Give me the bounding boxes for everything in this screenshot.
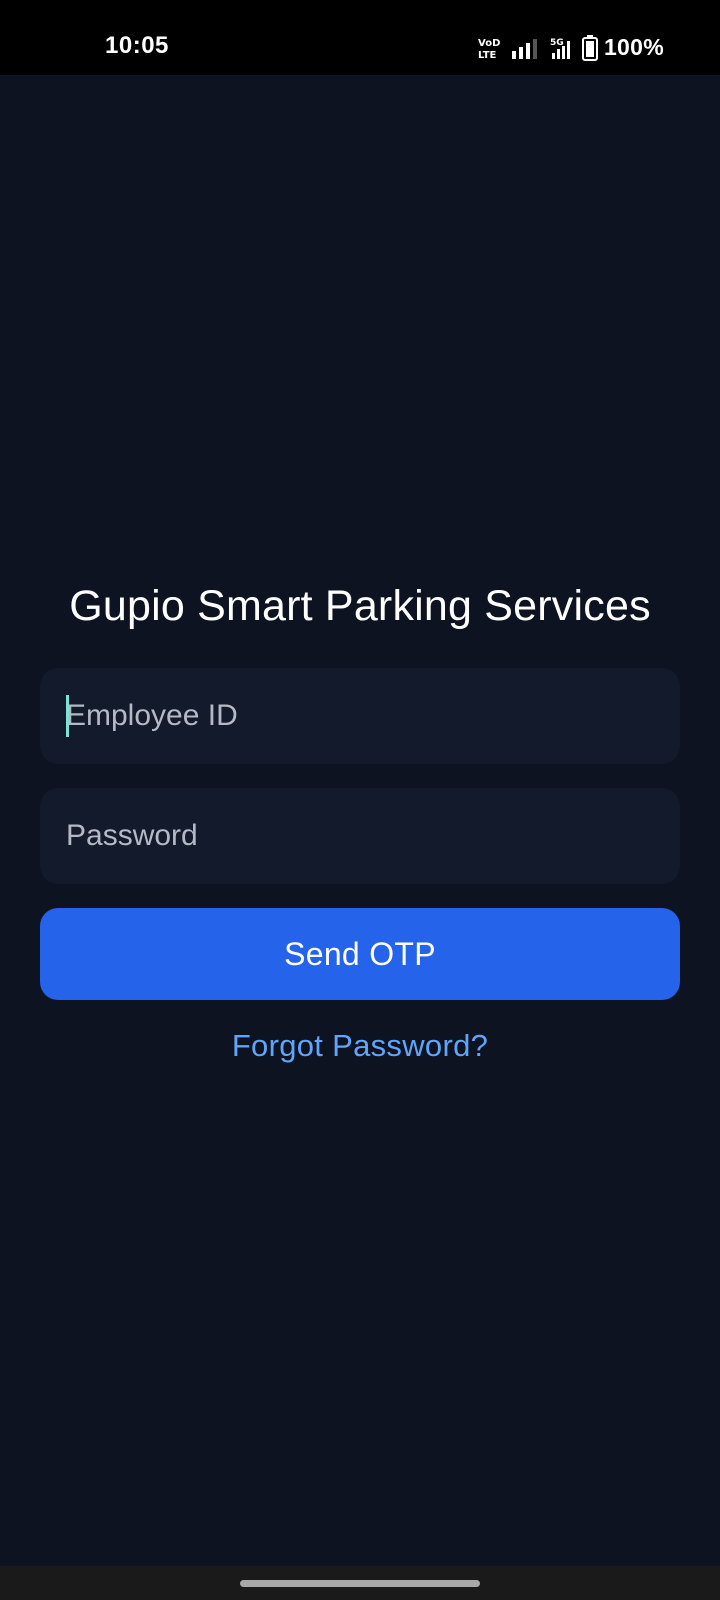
status-time: 10:05 bbox=[105, 32, 169, 59]
text-cursor bbox=[66, 695, 69, 737]
battery-percentage: 100% bbox=[603, 34, 664, 60]
home-indicator[interactable] bbox=[240, 1580, 480, 1587]
signal-5g-icon: 5G bbox=[550, 38, 570, 59]
send-otp-button[interactable]: Send OTP bbox=[40, 908, 680, 1000]
svg-text:LTE: LTE bbox=[478, 50, 497, 60]
battery-icon bbox=[581, 34, 598, 61]
signal-strength-icon bbox=[511, 38, 537, 59]
password-field[interactable] bbox=[40, 788, 680, 884]
navigation-bar bbox=[0, 1566, 720, 1600]
volte-icon: VoD LTE bbox=[478, 38, 500, 60]
svg-text:VoD: VoD bbox=[478, 38, 500, 49]
forgot-password-link[interactable]: Forgot Password? bbox=[0, 1028, 720, 1064]
password-input[interactable] bbox=[66, 788, 680, 884]
status-bar: 10:05 VoD LTE 5G 100% bbox=[0, 0, 720, 75]
employee-id-input[interactable] bbox=[66, 668, 680, 764]
status-icons: VoD LTE 5G 100% bbox=[478, 34, 664, 61]
network-type-label: 5G bbox=[550, 38, 564, 48]
employee-id-field[interactable] bbox=[40, 668, 680, 764]
app-title: Gupio Smart Parking Services bbox=[69, 582, 651, 630]
